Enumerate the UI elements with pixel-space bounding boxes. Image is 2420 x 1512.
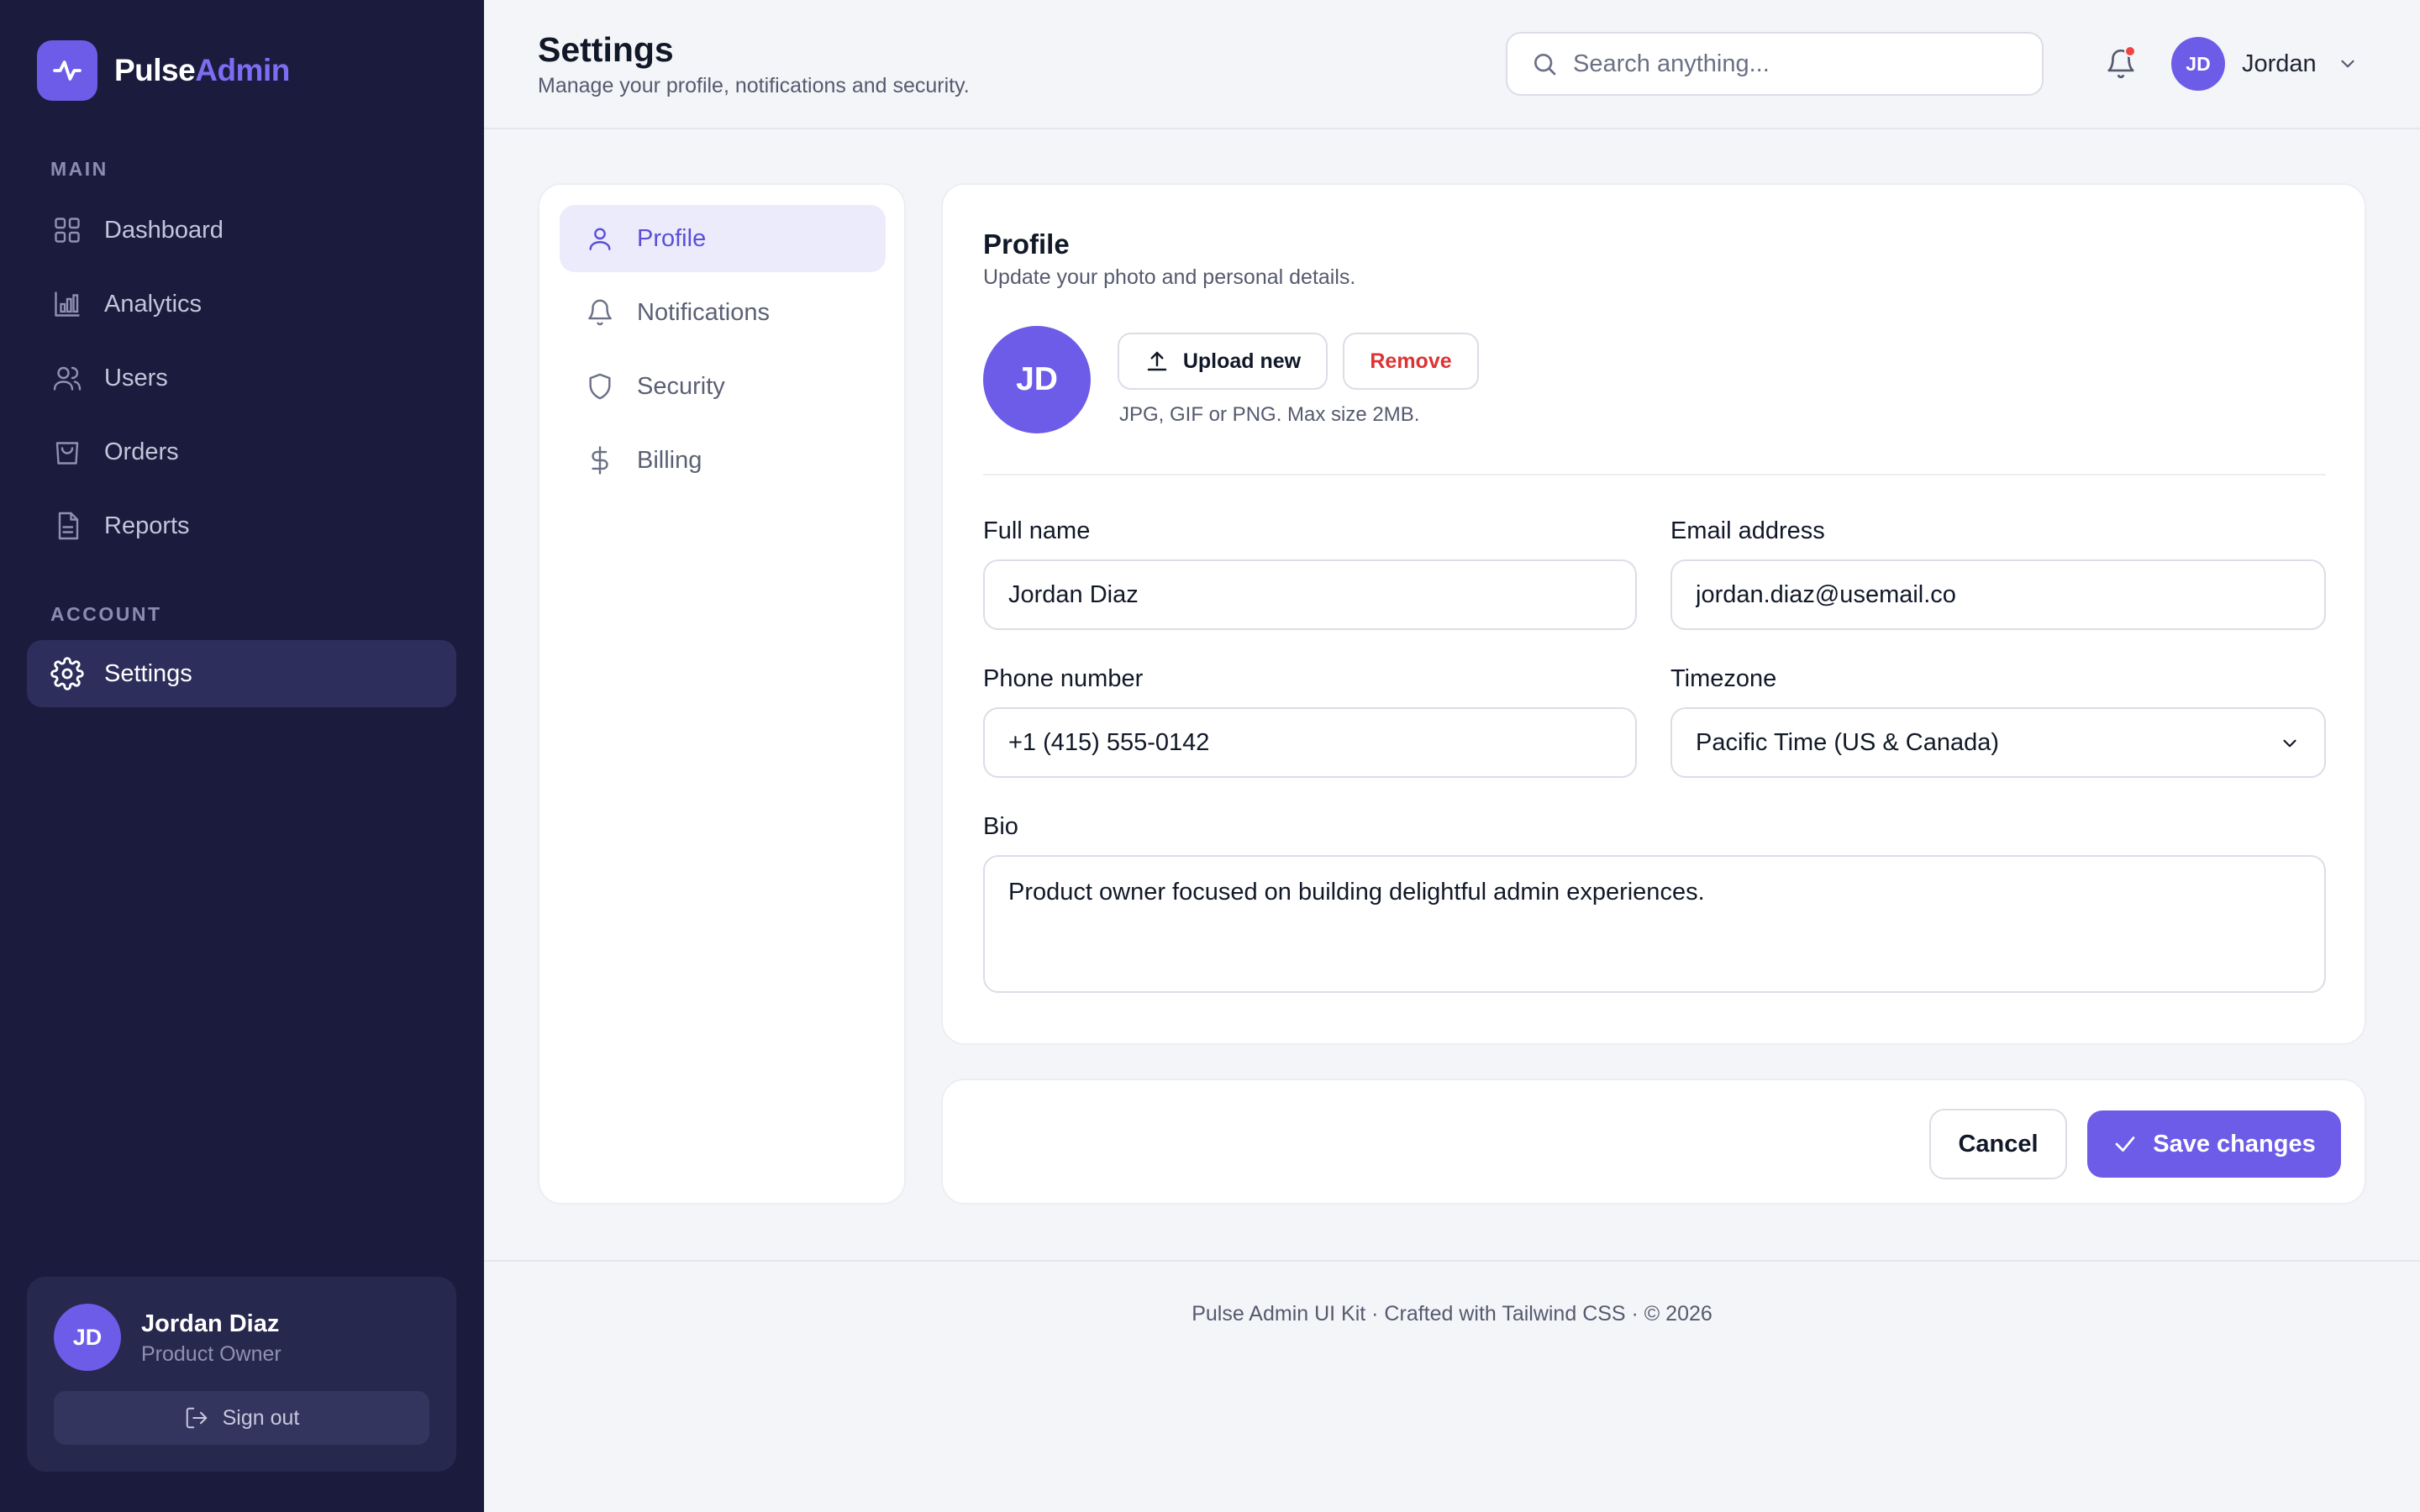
timezone-label: Timezone	[1670, 665, 1777, 692]
bio-textarea[interactable]: Product owner focused on building deligh…	[983, 855, 2326, 993]
avatar: JD	[54, 1304, 121, 1371]
sidebar-item-label: Dashboard	[104, 216, 224, 244]
upload-icon	[1144, 349, 1170, 374]
full-name-input[interactable]	[983, 559, 1637, 630]
footer: Pulse Admin UI Kit · Crafted with Tailwi…	[484, 1260, 2420, 1512]
user-menu[interactable]: JD Jordan	[2171, 37, 2359, 91]
timezone-select[interactable]: Pacific Time (US & Canada)	[1670, 707, 2326, 778]
search-input[interactable]	[1573, 50, 2027, 78]
bio-label: Bio	[983, 813, 1018, 840]
card-subtitle: Update your photo and personal details.	[983, 265, 1356, 289]
settings-nav-security[interactable]: Security	[560, 353, 886, 420]
sidebar-item-users[interactable]: Users	[27, 344, 456, 412]
app-logo[interactable]: PulseAdmin	[37, 40, 290, 101]
form-actions: Cancel Save changes	[941, 1079, 2366, 1205]
profile-avatar: JD	[983, 326, 1091, 433]
chevron-down-icon	[2279, 732, 2301, 754]
grid-icon	[50, 213, 84, 247]
sidebar-item-label: Reports	[104, 512, 190, 539]
settings-nav: Profile Notifications Security Billing	[538, 183, 906, 1205]
upload-photo-button[interactable]: Upload new	[1118, 333, 1328, 390]
settings-nav-label: Notifications	[637, 298, 770, 326]
check-icon	[2112, 1131, 2138, 1157]
search-icon	[1531, 50, 1558, 77]
avatar: JD	[2171, 37, 2225, 91]
chevron-down-icon	[2337, 53, 2359, 75]
settings-nav-notifications[interactable]: Notifications	[560, 279, 886, 346]
timezone-value: Pacific Time (US & Canada)	[1696, 728, 2000, 756]
card-title: Profile	[983, 228, 1070, 260]
settings-nav-profile[interactable]: Profile	[560, 205, 886, 272]
section-label-account: ACCOUNT	[50, 603, 162, 625]
sidebar-item-label: Orders	[104, 438, 179, 465]
dollar-icon	[583, 446, 617, 475]
phone-label: Phone number	[983, 665, 1144, 692]
email-input[interactable]	[1670, 559, 2326, 630]
sidebar-item-label: Settings	[104, 659, 192, 687]
app-name: PulseAdmin	[114, 53, 290, 87]
top-header: Settings Manage your profile, notificati…	[484, 0, 2420, 129]
sidebar-item-orders[interactable]: Orders	[27, 418, 456, 486]
pulse-icon	[37, 40, 97, 101]
divider	[983, 474, 2326, 475]
section-label-main: MAIN	[50, 158, 108, 180]
document-icon	[50, 509, 84, 543]
cancel-button[interactable]: Cancel	[1929, 1109, 2067, 1179]
logout-icon	[184, 1405, 209, 1431]
sidebar-item-label: Analytics	[104, 290, 203, 318]
bar-chart-icon	[50, 287, 84, 321]
settings-nav-label: Profile	[637, 224, 707, 252]
sidebar-item-settings[interactable]: Settings	[27, 640, 456, 707]
gear-icon	[50, 657, 84, 690]
save-label: Save changes	[2153, 1130, 2316, 1158]
page-title: Settings	[538, 30, 674, 69]
profile-card: Profile Update your photo and personal d…	[941, 183, 2366, 1045]
phone-input[interactable]	[983, 707, 1637, 778]
settings-nav-label: Security	[637, 372, 725, 400]
settings-nav-billing[interactable]: Billing	[560, 427, 886, 494]
search-bar[interactable]	[1506, 32, 2044, 96]
sidebar-item-label: Users	[104, 364, 168, 391]
notification-dot	[2124, 45, 2136, 57]
shopping-bag-icon	[50, 435, 84, 469]
footer-text: Pulse Admin UI Kit · Crafted with Tailwi…	[1192, 1302, 1712, 1326]
sidebar-item-dashboard[interactable]: Dashboard	[27, 197, 456, 264]
users-icon	[50, 361, 84, 395]
remove-photo-button[interactable]: Remove	[1343, 333, 1479, 390]
sign-out-label: Sign out	[222, 1405, 300, 1430]
page-subtitle: Manage your profile, notifications and s…	[538, 74, 970, 97]
email-label: Email address	[1670, 517, 1825, 544]
sidebar-item-reports[interactable]: Reports	[27, 492, 456, 559]
bell-icon	[583, 298, 617, 327]
save-button[interactable]: Save changes	[2087, 1110, 2341, 1178]
upload-label: Upload new	[1182, 349, 1302, 373]
sidebar-user-card: JD Jordan Diaz Product Owner Sign out	[27, 1277, 456, 1472]
sign-out-button[interactable]: Sign out	[54, 1391, 429, 1445]
user-name: Jordan Diaz	[141, 1310, 280, 1337]
notifications-button[interactable]	[2097, 40, 2144, 87]
sidebar-item-analytics[interactable]: Analytics	[27, 270, 456, 338]
sidebar: PulseAdmin MAIN Dashboard Analytics User…	[0, 0, 484, 1512]
upload-hint: JPG, GIF or PNG. Max size 2MB.	[1119, 403, 1420, 426]
settings-nav-label: Billing	[637, 446, 702, 474]
user-role: Product Owner	[141, 1342, 281, 1366]
shield-icon	[583, 372, 617, 401]
user-menu-name: Jordan	[2242, 50, 2317, 77]
full-name-label: Full name	[983, 517, 1091, 544]
user-icon	[583, 224, 617, 253]
